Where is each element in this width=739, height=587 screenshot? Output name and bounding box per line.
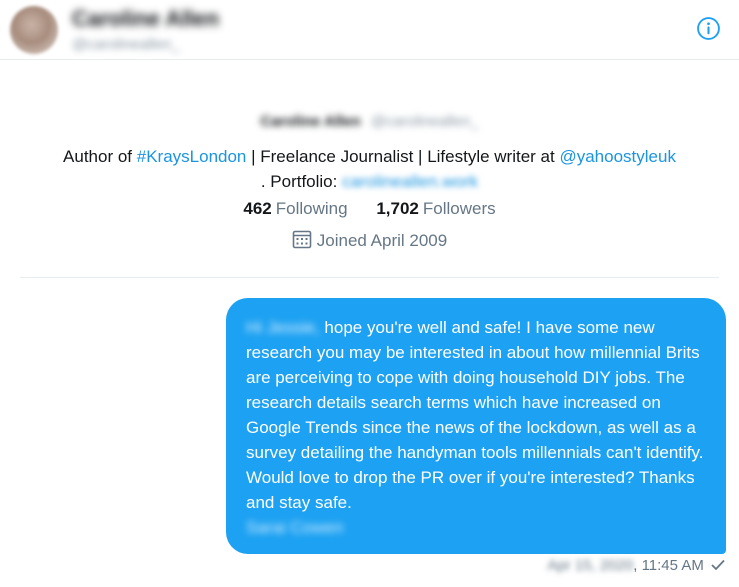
profile-stats: 462 Following 1,702 Followers — [20, 199, 719, 219]
joined-date: Joined April 2009 — [20, 229, 719, 251]
info-circle-icon — [697, 17, 720, 40]
message-date: Apr 15, 2020 — [547, 557, 634, 574]
followers-stat[interactable]: 1,702 Followers — [376, 199, 495, 219]
profile-bio: Author of #KraysLondon | Freelance Journ… — [20, 144, 719, 194]
checkmark-icon — [711, 559, 725, 571]
followers-label: Followers — [422, 199, 496, 218]
profile-summary: Caroline Allen @carolineallen_ Author of… — [20, 60, 719, 278]
profile-handle: @carolineallen_ — [370, 113, 479, 130]
message-meta: Apr 15, 2020, 11:45 AM — [547, 557, 725, 574]
bio-mention-link[interactable]: @yahoostyleuk — [559, 147, 676, 166]
bio-hashtag-link[interactable]: #KraysLondon — [137, 147, 247, 166]
bio-portfolio-link[interactable]: carolineallen.work — [342, 172, 478, 191]
following-count: 462 — [243, 199, 272, 218]
avatar[interactable] — [10, 6, 58, 54]
profile-name-row: Caroline Allen @carolineallen_ — [20, 113, 719, 130]
message-time: 11:45 AM — [641, 557, 704, 574]
joined-text: Joined April 2009 — [316, 231, 448, 250]
profile-name[interactable]: Caroline Allen — [260, 113, 360, 130]
calendar-icon — [292, 230, 312, 249]
bio-text-prefix: Author of — [63, 147, 137, 166]
bio-text-middle: | Freelance Journalist | Lifestyle write… — [246, 147, 560, 166]
message-body: hope you're well and safe! I have some n… — [246, 318, 704, 512]
followers-count: 1,702 — [376, 199, 419, 218]
conversation-header: Caroline Allen @carolineallen_ — [0, 0, 739, 60]
message-signature: Sarai Cowen — [246, 518, 344, 537]
message-greeting: Hi Jessie, — [246, 318, 320, 337]
bio-portfolio-label: . Portfolio: — [260, 172, 343, 191]
header-user-handle: @carolineallen_ — [72, 36, 180, 53]
header-user-name[interactable]: Caroline Allen — [72, 6, 219, 32]
message-bubble[interactable]: Hi Jessie, hope you're well and safe! I … — [226, 298, 726, 554]
meta-separator: , — [633, 557, 642, 574]
following-stat[interactable]: 462 Following — [243, 199, 347, 219]
info-button[interactable] — [696, 16, 721, 41]
following-label: Following — [275, 199, 348, 218]
